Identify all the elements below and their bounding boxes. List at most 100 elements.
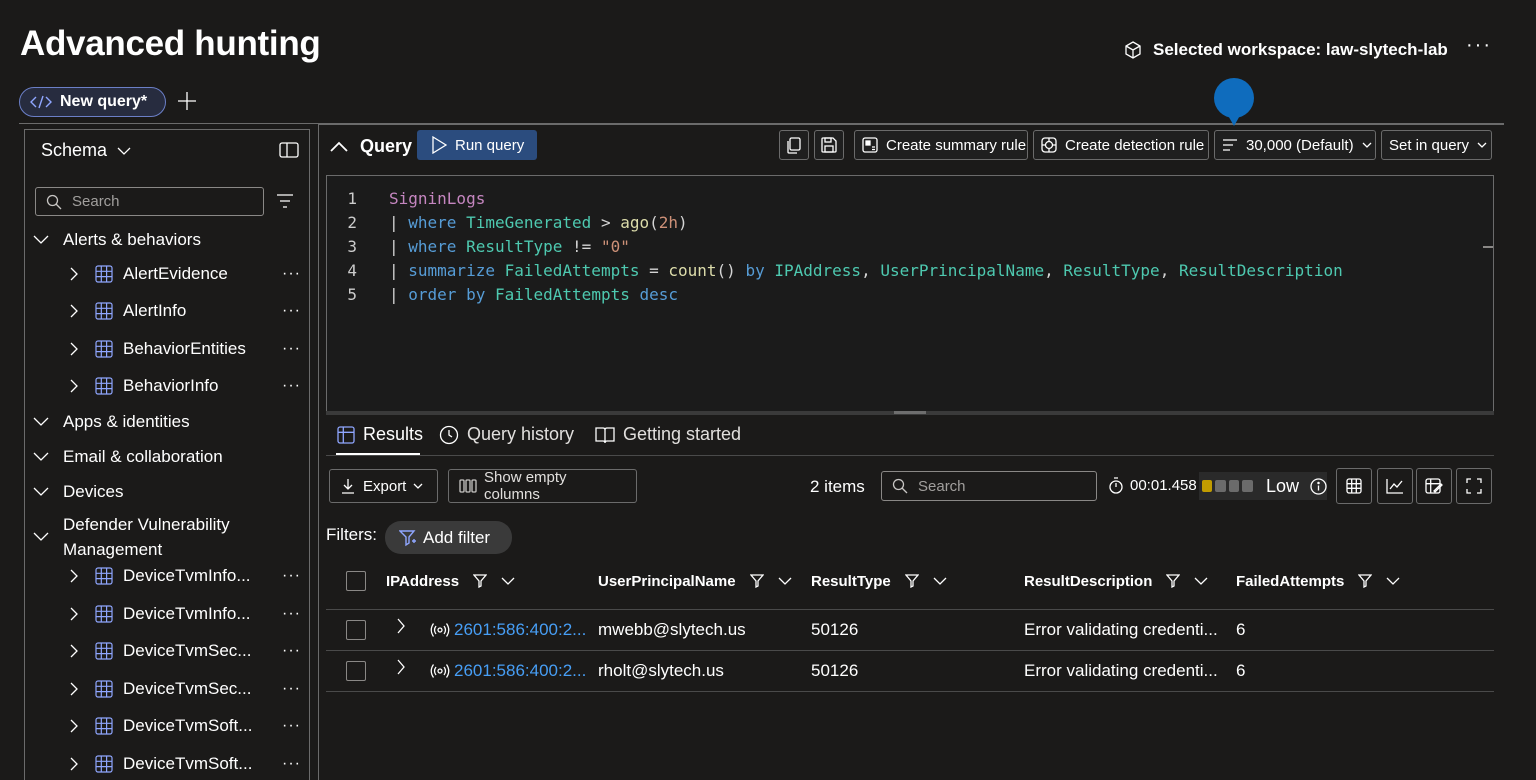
filter-icon[interactable] (473, 574, 488, 588)
more-icon[interactable]: ··· (282, 377, 301, 395)
row-checkbox[interactable] (346, 620, 366, 640)
more-icon[interactable]: ··· (282, 642, 301, 660)
chart-view-button[interactable] (1377, 468, 1413, 504)
code-token: ( (649, 212, 659, 232)
list-limit-icon (1222, 138, 1238, 152)
schema-item-behaviorinfo[interactable]: BehaviorInfo ··· (69, 376, 301, 396)
more-icon[interactable]: ··· (282, 340, 301, 358)
tab-label: New query* (60, 93, 148, 110)
tab-results[interactable]: Results (337, 424, 423, 445)
fullscreen-button[interactable] (1456, 468, 1492, 504)
more-icon[interactable]: ··· (282, 265, 301, 283)
column-header-userprincipalname[interactable]: UserPrincipalName (598, 568, 792, 594)
schema-item-tvm-5[interactable]: DeviceTvmSoft... ··· (69, 716, 301, 736)
time-range-dropdown[interactable]: Set in query (1381, 130, 1492, 160)
filter-icon[interactable] (276, 194, 294, 208)
copy-button[interactable] (779, 130, 809, 160)
query-collapse-toggle[interactable]: Query (330, 136, 412, 157)
result-limit-dropdown[interactable]: 30,000 (Default) (1214, 130, 1376, 160)
table-row[interactable]: 2601:586:400:2... rholt@slytech.us 50126… (326, 651, 1494, 691)
category-devices[interactable]: Devices (33, 482, 123, 502)
column-header-resultdescription[interactable]: ResultDescription (1024, 568, 1208, 594)
chevron-down-icon[interactable] (933, 577, 947, 585)
workspace-selector[interactable]: Selected workspace: law-slytech-lab (1123, 38, 1448, 62)
table-name: AlertInfo (123, 301, 187, 320)
cell-ipaddress[interactable]: 2601:586:400:2... (454, 620, 586, 640)
collapse-panel-icon[interactable] (279, 142, 299, 158)
schema-dropdown[interactable]: Schema (41, 140, 131, 161)
show-empty-columns-button[interactable]: Show empty columns (448, 469, 637, 503)
schema-search-input[interactable]: Search (35, 187, 264, 216)
add-tab-icon[interactable] (176, 90, 198, 112)
chevron-right-icon (69, 304, 87, 318)
filter-icon[interactable] (1358, 574, 1373, 588)
info-icon[interactable] (1310, 477, 1327, 495)
query-editor[interactable]: 1 SigninLogs 2 | where TimeGenerated > a… (326, 175, 1494, 413)
table-name: AlertEvidence (123, 264, 228, 283)
schema-item-tvm-6[interactable]: DeviceTvmSoft... ··· (69, 754, 301, 774)
tutorial-marker-tip (1226, 112, 1242, 126)
code-token: summarize (408, 260, 495, 280)
book-icon (595, 426, 615, 444)
chevron-down-icon[interactable] (778, 577, 792, 585)
panel-splitter[interactable] (318, 124, 319, 780)
more-icon[interactable]: ··· (282, 717, 301, 735)
schema-item-behaviorentities[interactable]: BehaviorEntities ··· (69, 339, 301, 359)
filter-icon[interactable] (749, 574, 764, 588)
category-label: Email & collaboration (63, 447, 223, 466)
column-header-ipaddress[interactable]: IPAddress (386, 568, 515, 594)
chevron-down-icon[interactable] (1386, 577, 1400, 585)
category-alerts-behaviors[interactable]: Alerts & behaviors (33, 230, 201, 250)
chevron-down-icon[interactable] (1194, 577, 1208, 585)
filter-icon[interactable] (904, 574, 919, 588)
schema-item-alertevidence[interactable]: AlertEvidence ··· (69, 264, 301, 284)
table-view-button[interactable] (1336, 468, 1372, 504)
category-defender-vulnerability-management[interactable]: Defender Vulnerability Management (33, 512, 273, 562)
save-icon (821, 137, 837, 153)
more-icon[interactable]: ··· (282, 567, 301, 585)
export-button[interactable]: Export (329, 469, 438, 503)
code-token: , (1159, 260, 1179, 280)
save-button[interactable] (814, 130, 844, 160)
query-label: Query (360, 136, 413, 156)
row-checkbox[interactable] (346, 661, 366, 681)
create-detection-rule-button[interactable]: Create detection rule (1033, 130, 1209, 160)
column-header-resulttype[interactable]: ResultType (811, 568, 947, 594)
tab-query-history[interactable]: Query history (439, 424, 574, 445)
code-token: | (389, 260, 409, 280)
detection-rule-icon (1041, 137, 1057, 153)
table-row[interactable]: 2601:586:400:2... mwebb@slytech.us 50126… (326, 610, 1494, 650)
play-icon (431, 136, 447, 154)
category-email-collaboration[interactable]: Email & collaboration (33, 447, 223, 467)
select-all-checkbox[interactable] (346, 571, 366, 591)
column-header-failedattempts[interactable]: FailedAttempts (1236, 568, 1400, 594)
chevron-right-icon[interactable] (396, 659, 406, 675)
results-search-input[interactable]: Search (881, 471, 1097, 501)
schema-item-tvm-2[interactable]: DeviceTvmInfo... ··· (69, 604, 301, 624)
cell-ipaddress[interactable]: 2601:586:400:2... (454, 661, 586, 681)
more-icon[interactable]: ··· (282, 755, 301, 773)
chevron-right-icon[interactable] (396, 618, 406, 634)
category-apps-identities[interactable]: Apps & identities (33, 412, 190, 432)
schema-item-tvm-4[interactable]: DeviceTvmSec... ··· (69, 679, 301, 699)
resize-grip[interactable] (894, 411, 926, 414)
chevron-down-icon[interactable] (501, 577, 515, 585)
schema-item-alertinfo[interactable]: AlertInfo ··· (69, 301, 301, 321)
more-icon[interactable]: ··· (282, 680, 301, 698)
schema-item-tvm-3[interactable]: DeviceTvmSec... ··· (69, 641, 301, 661)
add-filter-button[interactable]: Add filter (385, 521, 512, 554)
table-icon (95, 302, 113, 320)
more-icon[interactable]: ··· (282, 302, 301, 320)
more-icon[interactable]: ··· (282, 605, 301, 623)
filter-icon[interactable] (1166, 574, 1181, 588)
run-query-button[interactable]: Run query (417, 130, 537, 160)
customize-columns-button[interactable] (1416, 468, 1452, 504)
create-summary-rule-button[interactable]: Create summary rule (854, 130, 1028, 160)
more-options-icon[interactable]: ··· (1466, 34, 1492, 57)
columns-icon (459, 479, 477, 493)
code-token: , (1044, 260, 1064, 280)
table-name: DeviceTvmInfo... (123, 604, 251, 623)
schema-item-tvm-1[interactable]: DeviceTvmInfo... ··· (69, 566, 301, 586)
tab-getting-started[interactable]: Getting started (595, 424, 741, 445)
tab-new-query[interactable]: New query* (19, 87, 166, 117)
